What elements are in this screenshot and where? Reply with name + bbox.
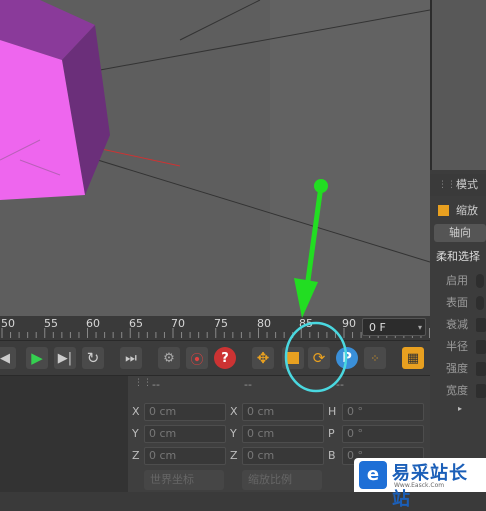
axis-label: Z bbox=[132, 449, 140, 462]
tick-label: 55 bbox=[44, 317, 58, 330]
scale-label: 缩放 bbox=[456, 204, 478, 217]
tick-label: 70 bbox=[171, 317, 185, 330]
dropdown-value: 缩放比例 bbox=[248, 473, 292, 486]
scale-keys-icon[interactable] bbox=[282, 347, 304, 369]
soft-select-label: 柔和选择 bbox=[436, 250, 480, 263]
rotation-header: -- bbox=[336, 378, 344, 391]
scale-tool-icon bbox=[438, 205, 449, 216]
axis-button[interactable]: 轴向 bbox=[434, 224, 486, 242]
grip-icon: ⋮⋮ bbox=[438, 180, 456, 190]
soft-select-header: 柔和选择 bbox=[430, 246, 486, 268]
loop-icon[interactable]: ↻ bbox=[82, 347, 104, 369]
axis-label: X bbox=[230, 405, 238, 418]
tick-label: 65 bbox=[129, 317, 143, 330]
axis-label: H bbox=[328, 405, 337, 418]
prop-surface[interactable]: 表面 bbox=[430, 292, 486, 314]
coord-row-1: X 0 cm X 0 cm H 0 ° bbox=[128, 402, 430, 422]
tick-label: 75 bbox=[214, 317, 228, 330]
rotation-p-field[interactable]: 0 ° bbox=[342, 425, 424, 443]
param-keys-icon[interactable]: P bbox=[336, 347, 358, 369]
pla-keys-icon[interactable]: ⁘ bbox=[364, 347, 386, 369]
tick-label: 90 bbox=[342, 317, 356, 330]
position-header: -- bbox=[152, 378, 160, 391]
surface-checkbox[interactable] bbox=[476, 296, 484, 310]
next-frame-button[interactable]: ▶| bbox=[54, 347, 76, 369]
move-keys-icon[interactable]: ✥ bbox=[252, 347, 274, 369]
axis-label: Z bbox=[230, 449, 238, 462]
playback-toolbar: ◀ ▶ ▶| ↻ ⏭ ⚙ ⦿ ? ✥ ⟳ P ⁘ ▦ bbox=[0, 340, 430, 376]
attribute-panel: ⋮⋮ 模式 缩放 轴向 柔和选择 启用 表面 衰减 半径 强度 宽度 ▸ bbox=[430, 0, 486, 492]
coords-header: ⋮⋮ -- -- -- bbox=[128, 376, 430, 396]
prop-radius[interactable]: 半径 bbox=[430, 336, 486, 358]
panel-top-area bbox=[430, 0, 486, 170]
axis-label: Y bbox=[230, 427, 237, 440]
world-coords-dropdown[interactable]: 世界坐标 bbox=[144, 470, 224, 490]
prop-label: 衰减 bbox=[446, 318, 468, 331]
axis-label: P bbox=[328, 427, 335, 440]
help-icon[interactable]: ? bbox=[214, 347, 236, 369]
watermark-logo: e bbox=[359, 461, 387, 489]
position-z-field[interactable]: 0 cm bbox=[144, 447, 226, 465]
chevron-down-icon: ▾ bbox=[417, 323, 422, 332]
prop-label: 宽度 bbox=[446, 384, 468, 397]
axis-label: Y bbox=[132, 427, 139, 440]
prop-label: 强度 bbox=[446, 362, 468, 375]
scale-row[interactable]: 缩放 bbox=[430, 200, 486, 222]
coord-row-2: Y 0 cm Y 0 cm P 0 ° bbox=[128, 424, 430, 444]
prop-width[interactable]: 宽度 bbox=[430, 380, 486, 402]
record-keys-icon[interactable]: ⚙ bbox=[158, 347, 180, 369]
scale-mode-dropdown[interactable]: 缩放比例 bbox=[242, 470, 322, 490]
viewport-scene bbox=[0, 0, 430, 316]
prop-strength[interactable]: 强度 bbox=[430, 358, 486, 380]
current-frame-field[interactable]: 0 F ▾ bbox=[362, 318, 426, 336]
rotate-keys-icon[interactable]: ⟳ bbox=[308, 347, 330, 369]
mode-header[interactable]: ⋮⋮ 模式 bbox=[430, 174, 486, 196]
axis-label: X bbox=[132, 405, 140, 418]
prop-enable[interactable]: 启用 bbox=[430, 270, 486, 292]
position-x-field[interactable]: 0 cm bbox=[144, 403, 226, 421]
prop-label: 启用 bbox=[446, 274, 468, 287]
falloff-field[interactable] bbox=[476, 318, 486, 332]
watermark-url: Www.Easck.Com bbox=[394, 482, 445, 489]
current-frame-value: 0 F bbox=[369, 321, 386, 334]
grip-icon: ⋮⋮ bbox=[134, 378, 152, 388]
axis-tab[interactable]: 轴向 bbox=[430, 222, 486, 244]
axis-label: B bbox=[328, 449, 336, 462]
size-y-field[interactable]: 0 cm bbox=[242, 425, 324, 443]
width-field[interactable] bbox=[476, 384, 486, 398]
enable-checkbox[interactable] bbox=[476, 274, 484, 288]
film-strip-icon[interactable]: ▦ bbox=[402, 347, 424, 369]
tick-label: 60 bbox=[86, 317, 100, 330]
grid-line bbox=[179, 0, 261, 41]
play-backward-button[interactable]: ◀ bbox=[0, 347, 16, 369]
tick-label: 85 bbox=[299, 317, 313, 330]
prop-falloff[interactable]: 衰减 bbox=[430, 314, 486, 336]
tick-label: 50 bbox=[1, 317, 15, 330]
auto-key-icon[interactable]: ⦿ bbox=[186, 347, 208, 369]
radius-field[interactable] bbox=[476, 340, 486, 354]
mode-label: 模式 bbox=[456, 178, 478, 191]
object-manager-area bbox=[0, 376, 128, 492]
prop-label: 表面 bbox=[446, 296, 468, 309]
play-forward-button[interactable]: ▶ bbox=[26, 347, 48, 369]
viewport-3d[interactable] bbox=[0, 0, 430, 316]
size-header: -- bbox=[244, 378, 252, 391]
strength-field[interactable] bbox=[476, 362, 486, 376]
prop-label: 半径 bbox=[446, 340, 468, 353]
dropdown-value: 世界坐标 bbox=[150, 473, 194, 486]
goto-end-button[interactable]: ⏭ bbox=[120, 347, 142, 369]
expand-arrow-icon[interactable]: ▸ bbox=[458, 404, 462, 413]
site-watermark: e 易采站长站 Www.Easck.Com bbox=[354, 458, 486, 510]
size-x-field[interactable]: 0 cm bbox=[242, 403, 324, 421]
tick-label: 80 bbox=[257, 317, 271, 330]
position-y-field[interactable]: 0 cm bbox=[144, 425, 226, 443]
rotation-h-field[interactable]: 0 ° bbox=[342, 403, 424, 421]
size-z-field[interactable]: 0 cm bbox=[242, 447, 324, 465]
